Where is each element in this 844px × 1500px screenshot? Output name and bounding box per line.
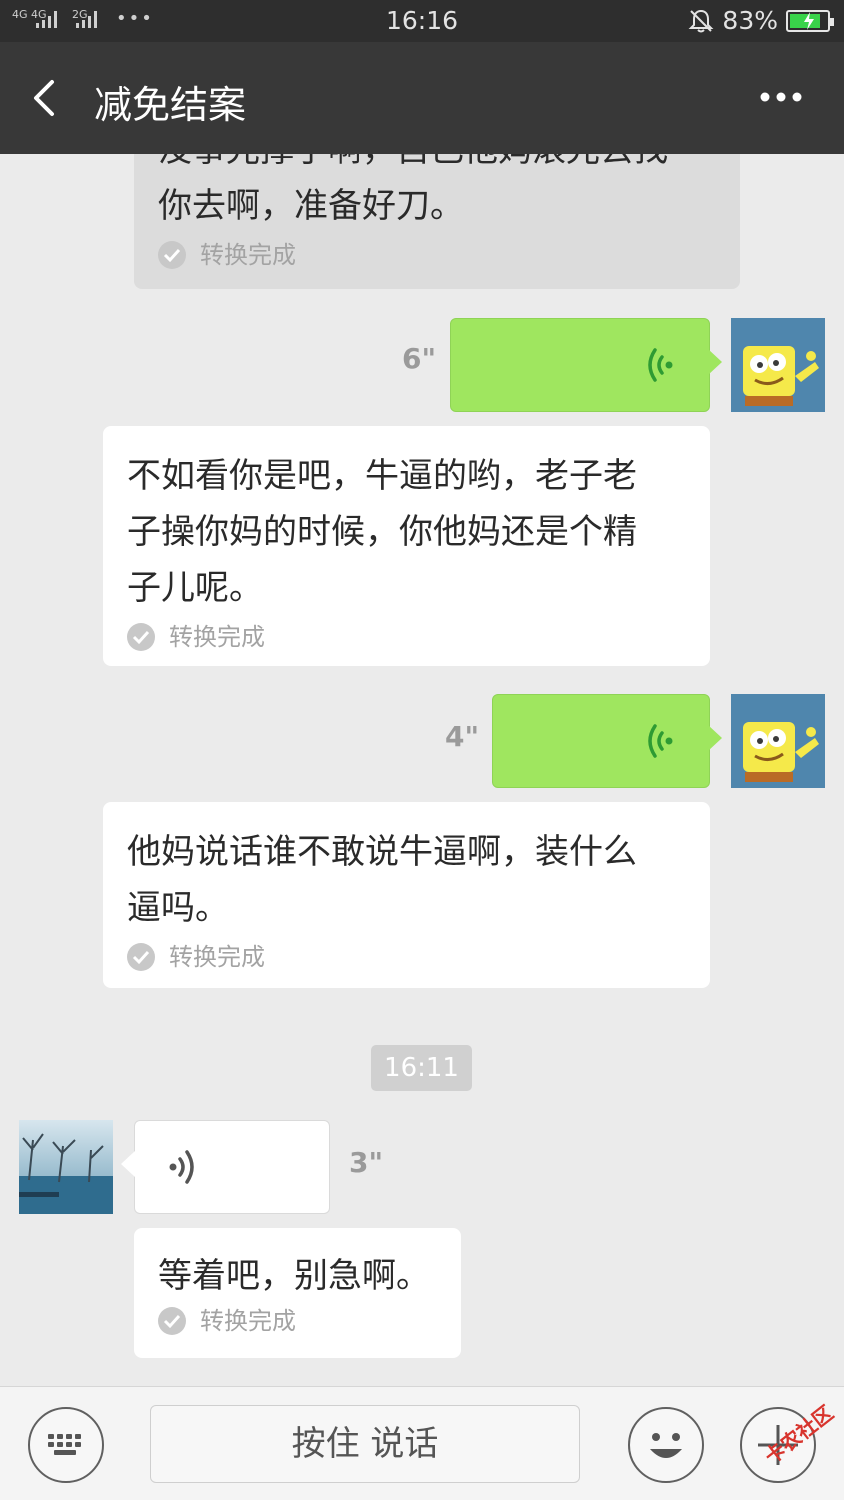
transcript-line: 等着吧，别急啊。 [158, 1256, 430, 1296]
transcript-line: 逼吗。 [127, 888, 229, 928]
transcript-line: 没事光撑了啊，自己他妈滚光去找 [158, 154, 716, 178]
voice-message-bubble[interactable] [121, 1120, 330, 1214]
status-label: 转换完成 [200, 1307, 296, 1335]
conversion-status: 转换完成 [127, 622, 686, 652]
my-avatar[interactable] [731, 318, 825, 412]
voice-wave-icon [169, 1150, 194, 1184]
status-right: 83% [688, 6, 834, 35]
battery-charging-icon [786, 9, 834, 32]
conversion-status: 转换完成 [127, 942, 686, 972]
transcript-bubble[interactable]: 不如看你是吧，牛逼的哟，老子老 子操你妈的时候，你他妈还是个精 子儿呢。 转换完… [103, 426, 710, 666]
transcript-bubble[interactable]: 等着吧，别急啊。 转换完成 [134, 1228, 461, 1358]
status-bar: 4G 4G 2G ••• 16:16 83% [0, 0, 844, 42]
my-avatar[interactable] [731, 694, 825, 788]
voice-wave-icon [648, 724, 673, 758]
keyboard-toggle-button[interactable] [28, 1407, 104, 1483]
hold-to-talk-button[interactable]: 按住 说话 [150, 1405, 580, 1483]
conversion-status: 转换完成 [158, 1306, 437, 1336]
transcript-line: 他妈说话谁不敢说牛逼啊，装什么 [127, 832, 637, 872]
transcript-line: 子儿呢。 [127, 568, 263, 608]
chevron-left-icon[interactable] [28, 78, 64, 118]
input-bar: 按住 说话 卡农社区 [0, 1386, 844, 1500]
status-label: 转换完成 [169, 943, 265, 971]
emoji-icon [650, 1433, 682, 1458]
transcript-line: 你去啊，准备好刀。 [158, 186, 464, 226]
emoji-button[interactable] [628, 1407, 704, 1483]
check-circle-icon [158, 1307, 186, 1335]
voice-wave-icon [648, 348, 673, 382]
conversion-status: 转换完成 [158, 240, 716, 270]
battery-percent: 83% [722, 6, 778, 35]
voice-duration: 4" [445, 720, 480, 753]
message-list[interactable]: 没事光撑了啊，自己他妈滚光去找 你去啊，准备好刀。 转换完成 6" [0, 154, 844, 1386]
chat-header: 减免结案 [0, 42, 844, 154]
status-label: 转换完成 [200, 241, 296, 269]
contact-avatar[interactable] [19, 1120, 113, 1214]
voice-message-bubble[interactable] [450, 318, 722, 412]
transcript-bubble[interactable]: 他妈说话谁不敢说牛逼啊，装什么 逼吗。 转换完成 [103, 802, 710, 988]
timestamp-chip: 16:11 [371, 1045, 472, 1091]
keyboard-icon [48, 1434, 81, 1455]
voice-message-bubble[interactable] [492, 694, 722, 788]
chat-title: 减免结案 [94, 83, 247, 127]
check-circle-icon [127, 623, 155, 651]
check-circle-icon [158, 241, 186, 269]
voice-duration: 3" [349, 1146, 384, 1179]
transcript-bubble[interactable]: 没事光撑了啊，自己他妈滚光去找 你去啊，准备好刀。 转换完成 [134, 154, 740, 289]
transcript-line: 子操你妈的时候，你他妈还是个精 [127, 512, 637, 552]
bell-off-icon [689, 9, 714, 32]
check-circle-icon [127, 943, 155, 971]
more-dots-icon[interactable] [758, 90, 804, 104]
transcript-line: 不如看你是吧，牛逼的哟，老子老 [127, 456, 637, 496]
status-label: 转换完成 [169, 623, 265, 651]
voice-duration: 6" [402, 342, 437, 375]
